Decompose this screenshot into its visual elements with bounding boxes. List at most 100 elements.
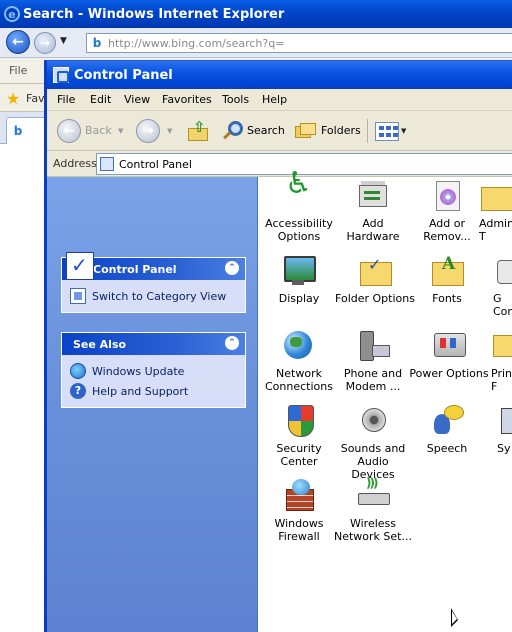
browser-address-bar[interactable]: b http://www.bing.com/search?q=: [86, 33, 512, 53]
see-also-title: See Also: [73, 337, 127, 351]
windows-update-label: Windows Update: [92, 364, 185, 378]
item-label: Print F: [491, 367, 512, 393]
menu-favorites[interactable]: Favorites: [162, 93, 212, 106]
administrative-tools-item[interactable]: Admin T: [479, 179, 512, 243]
windows-firewall-icon: [282, 479, 316, 513]
menu-bar: File Edit View Favorites Tools Help: [47, 89, 512, 111]
category-view-icon: [70, 288, 86, 304]
browser-back-button[interactable]: ←: [6, 30, 30, 54]
see-also-body: Windows Update ? Help and Support: [62, 355, 245, 407]
control-panel-window: Control Panel File Edit View Favorites T…: [44, 60, 512, 632]
folders-icon[interactable]: [295, 123, 317, 139]
bing-favicon-icon: b: [13, 124, 23, 138]
windows-update-link[interactable]: Windows Update: [70, 361, 237, 381]
favorites-label[interactable]: Fav: [26, 92, 45, 105]
mouse-cursor-icon: [451, 608, 458, 627]
menu-view[interactable]: View: [124, 93, 150, 106]
browser-url: http://www.bing.com/search?q=: [108, 36, 285, 50]
printers-faxes-item[interactable]: Print F: [491, 329, 512, 393]
help-and-support-link[interactable]: ? Help and Support: [70, 381, 237, 401]
menu-tools[interactable]: Tools: [222, 93, 249, 106]
add-remove-programs-icon: [430, 179, 464, 213]
system-icon: [497, 404, 512, 438]
system-item[interactable]: Sy: [497, 404, 512, 455]
menu-help[interactable]: Help: [262, 93, 287, 106]
toolbar-separator: [367, 119, 368, 143]
see-also-header[interactable]: See Also ⌃: [62, 333, 245, 355]
window-title-bar[interactable]: Control Panel: [47, 61, 512, 89]
item-label: Fonts: [432, 292, 462, 305]
recent-pages-dropdown-icon[interactable]: ▼: [60, 36, 67, 46]
menu-file[interactable]: File: [57, 93, 75, 106]
add-hardware-icon: [356, 179, 390, 213]
accessibility-options-item[interactable]: Accessibility Options: [261, 177, 337, 243]
control-panel-small-icon: [100, 157, 114, 171]
help-and-support-label: Help and Support: [92, 384, 189, 398]
bing-favicon-icon: b: [92, 36, 102, 50]
phone-and-modem-item[interactable]: Phone and Modem ...: [335, 329, 411, 393]
control-panel-large-icon: [66, 252, 94, 280]
windows-firewall-item[interactable]: Windows Firewall: [261, 479, 337, 543]
control-panel-panel-header[interactable]: Control Panel ⌃: [62, 252, 245, 280]
forward-arrow-icon[interactable]: →: [136, 119, 160, 143]
administrative-tools-icon: [479, 179, 512, 213]
back-dropdown-icon[interactable]: ▼: [118, 127, 123, 135]
add-hardware-item[interactable]: Add Hardware: [335, 179, 411, 243]
display-item[interactable]: Display: [261, 254, 337, 305]
add-remove-programs-item[interactable]: Add or Remov...: [409, 179, 485, 243]
views-icon[interactable]: [375, 122, 399, 141]
task-pane: Control Panel ⌃ Switch to Category View …: [47, 177, 258, 632]
item-label: Wireless Network Set...: [334, 517, 412, 543]
back-button-label[interactable]: Back: [85, 124, 112, 137]
menu-edit[interactable]: Edit: [90, 93, 111, 106]
item-label: Speech: [426, 442, 468, 455]
speech-item[interactable]: Speech: [409, 404, 485, 455]
item-label: Windows Firewall: [274, 517, 324, 543]
browser-menu-file[interactable]: File: [9, 64, 27, 77]
back-arrow-icon[interactable]: ←: [57, 119, 81, 143]
accessibility-icon: [282, 177, 316, 213]
item-label: Power Options: [409, 367, 489, 380]
browser-forward-button[interactable]: →: [34, 32, 56, 54]
item-label: Phone and Modem ...: [343, 367, 403, 393]
collapse-chevron-icon[interactable]: ⌃: [225, 261, 239, 275]
search-icon[interactable]: [223, 121, 243, 141]
sounds-and-audio-item[interactable]: Sounds and Audio Devices: [335, 404, 411, 481]
item-label: Sy: [497, 442, 511, 455]
panel-title: Control Panel: [93, 262, 177, 276]
browser-content-area: [0, 144, 46, 632]
item-label: Security Center: [276, 442, 322, 468]
up-folder-icon[interactable]: ⇧: [187, 118, 209, 142]
folders-button-label[interactable]: Folders: [321, 124, 361, 137]
address-label: Address: [53, 157, 97, 170]
power-options-icon: [432, 329, 466, 363]
item-label: Accessibility Options: [265, 217, 333, 243]
game-controllers-item[interactable]: G Con: [493, 254, 512, 318]
folder-options-item[interactable]: Folder Options: [335, 254, 415, 305]
switch-view-label: Switch to Category View: [92, 289, 227, 303]
collapse-chevron-icon[interactable]: ⌃: [225, 336, 239, 350]
address-value: Control Panel: [119, 157, 192, 171]
favorites-star-icon[interactable]: ★: [6, 89, 20, 108]
security-center-icon: [282, 404, 316, 438]
wireless-network-setup-item[interactable]: Wireless Network Set...: [333, 477, 413, 543]
power-options-item[interactable]: Power Options: [409, 329, 489, 380]
switch-to-category-view-link[interactable]: Switch to Category View: [70, 286, 237, 306]
game-controllers-icon: [493, 254, 512, 288]
address-bar: Address Control Panel: [47, 151, 512, 177]
security-center-item[interactable]: Security Center: [261, 404, 337, 468]
browser-nav-bar: ← → ▼ b http://www.bing.com/search?q=: [0, 28, 512, 58]
network-connections-item[interactable]: Network Connections: [261, 329, 337, 393]
fonts-icon: [430, 254, 464, 288]
item-label: Add or Remov...: [423, 217, 471, 243]
item-label: G Con: [493, 292, 512, 318]
item-label: Network Connections: [265, 367, 333, 393]
forward-dropdown-icon[interactable]: ▼: [167, 127, 172, 135]
see-also-panel: See Also ⌃ Windows Update ? Help and Sup…: [61, 332, 246, 408]
views-dropdown-icon[interactable]: ▼: [401, 127, 406, 135]
search-button-label[interactable]: Search: [247, 124, 285, 137]
control-panel-panel-body: Switch to Category View: [62, 280, 245, 312]
fonts-item[interactable]: Fonts: [409, 254, 485, 305]
phone-modem-icon: [356, 329, 390, 363]
wireless-network-icon: [356, 477, 390, 513]
